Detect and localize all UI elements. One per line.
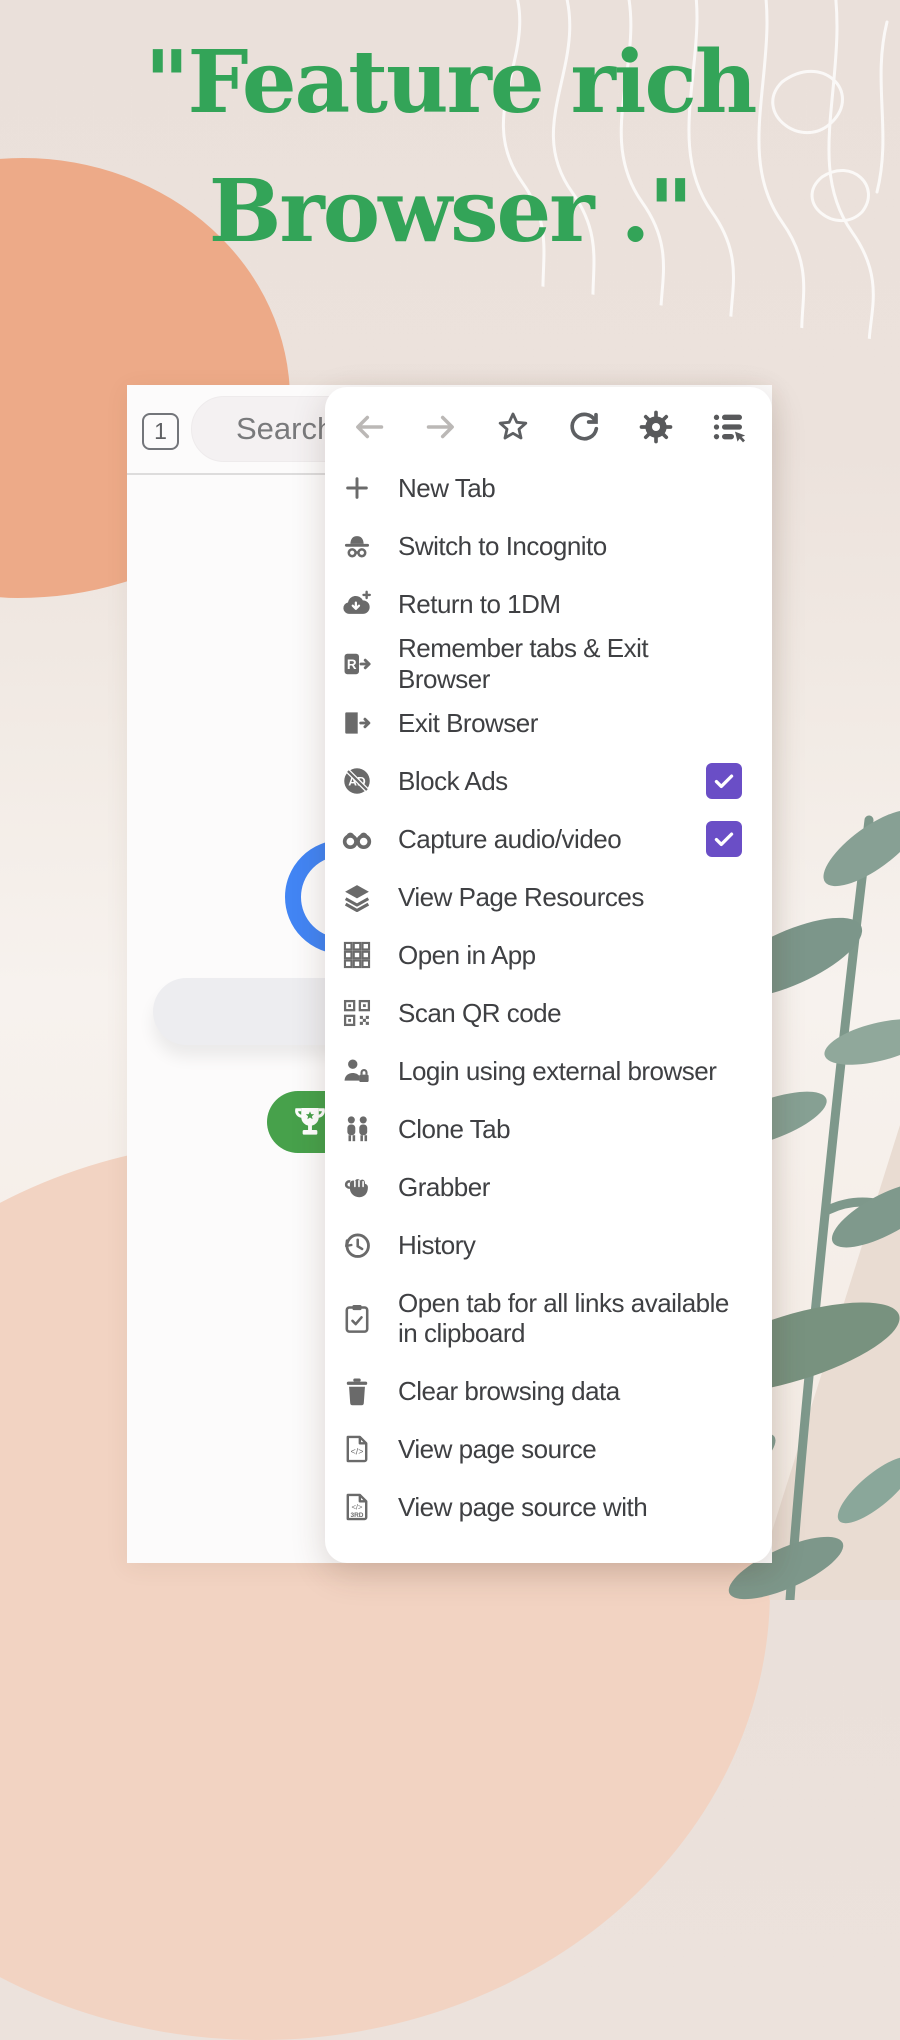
fist-icon: [339, 1169, 375, 1205]
menu-item-clear-browsing-data[interactable]: Clear browsing data: [325, 1362, 772, 1420]
qr-code-icon: [339, 995, 375, 1031]
cloud-download-plus-icon: [339, 586, 375, 622]
code-file-icon: </>: [339, 1431, 375, 1467]
menu-icon-toolbar: [325, 387, 772, 453]
browser-menu-panel: New Tab Switch to Incognito: [325, 387, 772, 1563]
forward-icon[interactable]: [419, 405, 463, 449]
menu-item-view-page-source[interactable]: </> View page source: [325, 1420, 772, 1478]
headline-line2: Browser .": [0, 147, 900, 276]
menu-item-login-external[interactable]: Login using external browser: [325, 1042, 772, 1100]
menu-list: New Tab Switch to Incognito: [325, 459, 772, 1536]
tab-counter-button[interactable]: 1: [142, 413, 179, 450]
capture-audio-video-checkbox-checked[interactable]: [706, 821, 742, 857]
menu-item-view-page-resources[interactable]: View Page Resources: [325, 868, 772, 926]
menu-item-grabber[interactable]: Grabber: [325, 1158, 772, 1216]
svg-text:</>: </>: [351, 1503, 363, 1512]
menu-item-exit-browser[interactable]: Exit Browser: [325, 694, 772, 752]
bookmark-star-icon[interactable]: [491, 405, 535, 449]
menu-item-view-page-source-with[interactable]: </> 3RD View page source with: [325, 1478, 772, 1536]
menu-item-block-ads[interactable]: AD Block Ads: [325, 752, 772, 810]
svg-text:3RD: 3RD: [350, 1512, 363, 1519]
headline: "Feature rich Browser .": [0, 18, 900, 276]
person-lock-icon: [339, 1053, 375, 1089]
app-grid-icon: [339, 937, 375, 973]
block-ads-checkbox-checked[interactable]: [706, 763, 742, 799]
menu-item-open-in-app[interactable]: Open in App: [325, 926, 772, 984]
exit-door-icon: [339, 705, 375, 741]
layers-icon: [339, 879, 375, 915]
people-icon: [339, 1111, 375, 1147]
menu-item-switch-incognito[interactable]: Switch to Incognito: [325, 517, 772, 575]
remember-tabs-exit-icon: R: [339, 646, 375, 682]
back-icon[interactable]: [347, 405, 391, 449]
menu-item-scan-qr[interactable]: Scan QR code: [325, 984, 772, 1042]
menu-item-clone-tab[interactable]: Clone Tab: [325, 1100, 772, 1158]
refresh-icon[interactable]: [562, 405, 606, 449]
block-ads-icon: AD: [339, 763, 375, 799]
menu-item-open-clipboard-links[interactable]: Open tab for all links available in clip…: [325, 1274, 772, 1362]
menu-item-history[interactable]: History: [325, 1216, 772, 1274]
history-clock-icon: [339, 1227, 375, 1263]
svg-text:R: R: [347, 657, 357, 672]
menu-item-new-tab[interactable]: New Tab: [325, 459, 772, 517]
menu-item-remember-tabs-exit[interactable]: R Remember tabs & Exit Browser: [325, 633, 772, 694]
menu-item-return-1dm[interactable]: Return to 1DM: [325, 575, 772, 633]
search-label: Search: [236, 411, 334, 447]
headline-line1: "Feature rich: [0, 18, 900, 147]
trash-icon: [339, 1373, 375, 1409]
incognito-icon: [339, 528, 375, 564]
new-tab-plus-icon: [339, 470, 375, 506]
settings-gear-icon[interactable]: [634, 405, 678, 449]
clipboard-check-icon: [339, 1300, 375, 1336]
tab-count: 1: [154, 418, 167, 445]
code-file-3rd-icon: </> 3RD: [339, 1489, 375, 1525]
quick-settings-icon[interactable]: [706, 405, 750, 449]
menu-item-capture-audio-video[interactable]: Capture audio/video: [325, 810, 772, 868]
binoculars-icon: [339, 821, 375, 857]
svg-text:</>: </>: [351, 1447, 364, 1457]
